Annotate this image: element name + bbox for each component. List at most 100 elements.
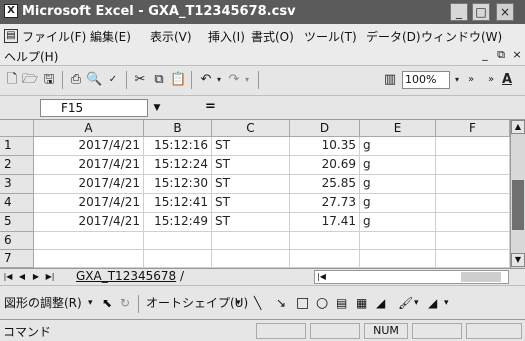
cell[interactable]: 10.35 [290, 137, 360, 156]
cell[interactable] [212, 250, 290, 268]
cell[interactable] [34, 232, 144, 250]
cell[interactable]: g [360, 175, 436, 194]
cell[interactable] [436, 194, 510, 213]
line-icon[interactable]: ╲ [254, 295, 261, 311]
clipart-icon[interactable]: ◢ [376, 295, 385, 311]
copy-icon[interactable]: ⧉ [151, 71, 167, 89]
doc-restore-button[interactable]: ⧉ [494, 48, 508, 62]
row-header[interactable]: 2 [0, 156, 34, 175]
cell[interactable] [290, 250, 360, 268]
spellcheck-icon[interactable]: ✓ [104, 71, 122, 89]
cell[interactable] [290, 232, 360, 250]
doc-close-button[interactable]: × [510, 48, 524, 62]
autoshape-menu[interactable]: オートシェイプ(U) [146, 295, 248, 311]
cell[interactable]: 2017/4/21 [34, 213, 144, 232]
cell[interactable]: 2017/4/21 [34, 194, 144, 213]
first-sheet-icon[interactable]: |◀ [2, 270, 14, 284]
row-header[interactable]: 3 [0, 175, 34, 194]
cell[interactable] [436, 175, 510, 194]
scroll-left-icon[interactable]: |◀ [317, 272, 327, 282]
fill-color-icon[interactable]: 🖌 [398, 295, 413, 311]
cell[interactable]: ST [212, 194, 290, 213]
cell[interactable]: 2017/4/21 [34, 137, 144, 156]
row-header[interactable]: 6 [0, 232, 34, 250]
cell[interactable]: 25.85 [290, 175, 360, 194]
cell[interactable]: ST [212, 213, 290, 232]
cell[interactable] [436, 232, 510, 250]
wordart-icon[interactable]: ▦ [356, 295, 367, 311]
figure-adjust-dropdown-icon[interactable]: ▾ [88, 295, 93, 311]
redo-icon[interactable]: ↷ [226, 71, 242, 89]
column-header[interactable]: D [290, 120, 360, 137]
zoom-box[interactable]: 100% [402, 71, 450, 89]
cell[interactable]: 15:12:24 [144, 156, 212, 175]
scroll-up-icon[interactable]: ▲ [511, 120, 525, 134]
close-button[interactable]: × [496, 3, 514, 21]
font-color-icon[interactable]: A [500, 71, 514, 89]
column-header[interactable]: F [436, 120, 510, 137]
oval-icon[interactable]: ○ [316, 295, 328, 311]
cell[interactable]: 15:12:41 [144, 194, 212, 213]
cell[interactable] [144, 250, 212, 268]
undo-dropdown-icon[interactable]: ▾ [215, 71, 223, 89]
excel-app-icon[interactable]: X [4, 4, 18, 18]
row-header[interactable]: 4 [0, 194, 34, 213]
figure-adjust-menu[interactable]: 図形の調整(R) [4, 295, 82, 311]
menu-format[interactable]: 書式(O) [251, 28, 294, 45]
cell[interactable]: g [360, 194, 436, 213]
fill-color-dropdown-icon[interactable]: ▾ [414, 295, 419, 311]
cell[interactable]: 15:12:16 [144, 137, 212, 156]
print-preview-icon[interactable]: 🔍 [86, 71, 102, 89]
select-all-corner[interactable] [0, 120, 34, 137]
cell[interactable]: 2017/4/21 [34, 156, 144, 175]
cell[interactable] [144, 232, 212, 250]
zoom-dropdown-icon[interactable]: ▾ [452, 71, 462, 89]
row-header[interactable]: 5 [0, 213, 34, 232]
cell[interactable]: 15:12:49 [144, 213, 212, 232]
document-control-icon[interactable]: ▤ [4, 29, 18, 43]
autoshape-dropdown-icon[interactable]: ▾ [236, 295, 241, 311]
maximize-button[interactable]: □ [472, 3, 490, 21]
cell[interactable] [436, 156, 510, 175]
horizontal-scrollbar[interactable]: |◀ [314, 270, 509, 284]
title-bar[interactable]: X Microsoft Excel - GXA_T12345678.csv _ … [0, 0, 525, 24]
rectangle-icon[interactable]: □ [296, 295, 309, 311]
column-header[interactable]: C [212, 120, 290, 137]
menu-view[interactable]: 表示(V) [150, 28, 192, 45]
next-sheet-icon[interactable]: ▶ [30, 270, 42, 284]
open-folder-icon[interactable]: 🗁 [22, 71, 38, 89]
free-rotate-icon[interactable]: ↻ [120, 295, 130, 311]
column-header[interactable]: E [360, 120, 436, 137]
formatting-overflow-icon[interactable]: » [486, 71, 496, 89]
column-header[interactable]: B [144, 120, 212, 137]
menu-file[interactable]: ファイル(F) [22, 28, 86, 45]
arrow-icon[interactable]: ↘ [276, 295, 286, 311]
menu-data[interactable]: データ(D) [366, 28, 421, 45]
cell[interactable] [34, 250, 144, 268]
cell[interactable] [212, 232, 290, 250]
line-color-dropdown-icon[interactable]: ▾ [444, 295, 449, 311]
menu-tools[interactable]: ツール(T) [304, 28, 357, 45]
cell[interactable]: 17.41 [290, 213, 360, 232]
name-box-dropdown-icon[interactable]: ▼ [150, 99, 164, 117]
new-doc-icon[interactable]: 🗋 [4, 71, 20, 89]
cell[interactable]: g [360, 213, 436, 232]
cell[interactable]: g [360, 137, 436, 156]
cell[interactable]: g [360, 156, 436, 175]
cell[interactable]: ST [212, 137, 290, 156]
cell[interactable]: ST [212, 156, 290, 175]
cell[interactable] [436, 137, 510, 156]
undo-icon[interactable]: ↶ [198, 71, 214, 89]
scroll-down-icon[interactable]: ▼ [511, 253, 525, 267]
cell[interactable] [360, 250, 436, 268]
vertical-scrollbar[interactable]: ▲ ▼ [510, 120, 525, 268]
row-header[interactable]: 7 [0, 250, 34, 268]
cell[interactable]: 2017/4/21 [34, 175, 144, 194]
select-arrow-icon[interactable]: ⬉ [102, 295, 112, 311]
cell[interactable]: 20.69 [290, 156, 360, 175]
save-disk-icon[interactable]: 🖫 [41, 71, 57, 89]
menu-insert[interactable]: 挿入(I) [208, 28, 245, 45]
cell[interactable]: ST [212, 175, 290, 194]
minimize-button[interactable]: _ [450, 3, 468, 21]
text-box-icon[interactable]: ▤ [336, 295, 347, 311]
